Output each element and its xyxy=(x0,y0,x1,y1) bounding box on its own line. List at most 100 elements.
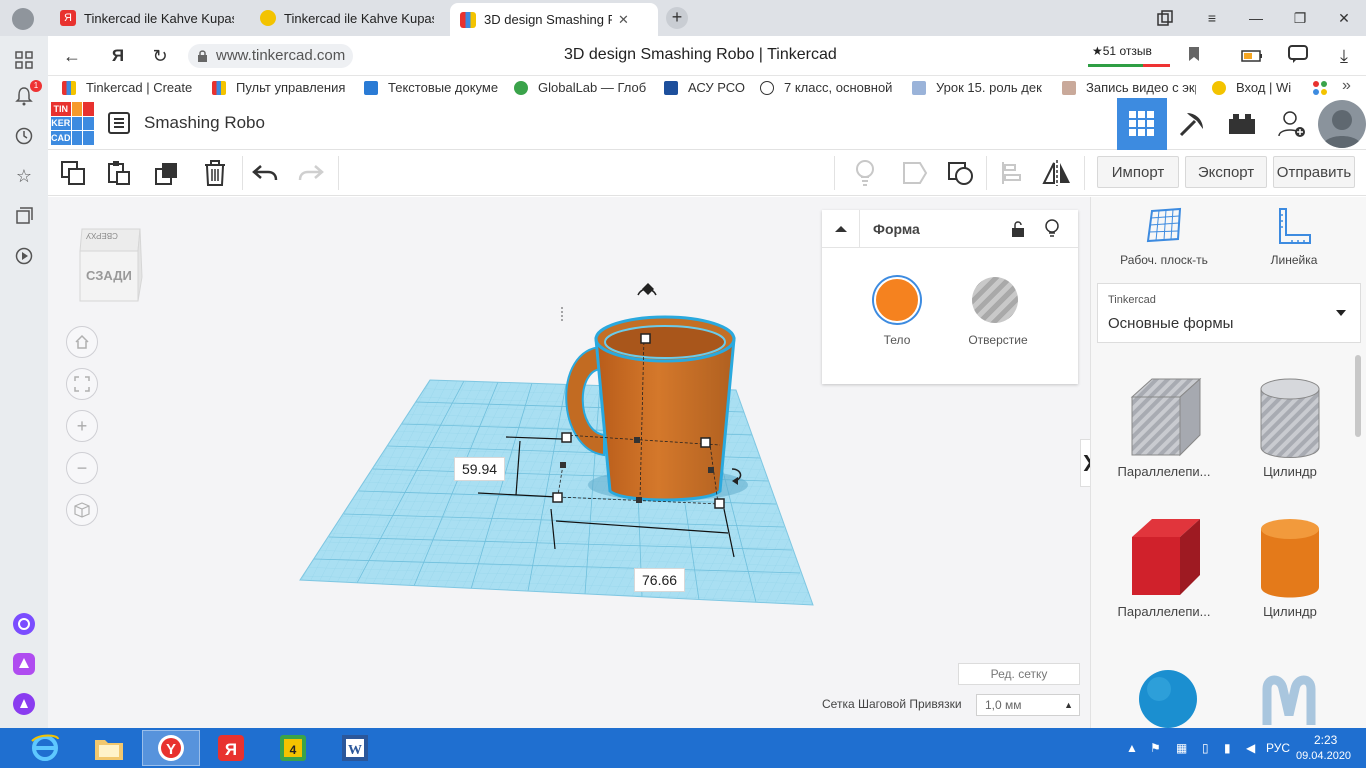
reload-icon[interactable]: ↻ xyxy=(148,44,172,68)
height-dimension-label[interactable]: 59.94 xyxy=(454,457,506,481)
bookmark-item[interactable]: 7 класс, основной xyxy=(760,80,894,95)
collapse-panel-button[interactable] xyxy=(822,210,860,248)
rotate-handle-icon[interactable] xyxy=(637,283,657,296)
file-explorer-icon[interactable] xyxy=(80,730,138,766)
copy-icon[interactable] xyxy=(58,158,88,188)
group-shapes-icon[interactable] xyxy=(900,158,930,188)
width-dimension-label[interactable]: 76.66 xyxy=(634,568,686,592)
volume-icon[interactable]: ◀ xyxy=(1246,741,1255,755)
alice-search-icon[interactable] xyxy=(12,612,36,636)
bookmark-icon[interactable] xyxy=(1182,44,1206,68)
reviews-widget[interactable]: ★51 отзыв xyxy=(1088,42,1170,70)
yandex-logo-icon[interactable]: Я xyxy=(106,44,130,68)
ungroup-shapes-icon[interactable] xyxy=(946,158,976,188)
game-app-icon[interactable]: 4 xyxy=(264,730,322,766)
menu-icon[interactable]: ≡ xyxy=(1190,0,1234,36)
3d-workspace[interactable]: СВЕРХУ СЗАДИ + − 59.94 76.66 Форма Тело … xyxy=(48,197,1090,728)
shape-cylinder-hole[interactable]: Цилиндр xyxy=(1235,375,1345,479)
3d-view-grid-icon[interactable] xyxy=(1117,98,1167,150)
export-button[interactable]: Экспорт xyxy=(1185,156,1267,188)
internet-explorer-icon[interactable] xyxy=(16,730,74,766)
collections-icon[interactable] xyxy=(12,204,36,228)
browser-tab-active[interactable]: 3D design Smashing Robo ✕ xyxy=(450,3,658,36)
bricks-lego-icon[interactable] xyxy=(1217,98,1267,150)
restore-icon[interactable]: ❐ xyxy=(1278,0,1322,36)
shape-box-solid[interactable]: Параллелепи... xyxy=(1109,515,1219,619)
hole-swatch[interactable] xyxy=(972,277,1018,323)
minimize-icon[interactable]: — xyxy=(1234,0,1278,36)
flag-icon[interactable]: ⚑ xyxy=(1150,741,1161,755)
system-tray: ▲ ⚑ ▦ ▯ ▮ ◀ РУС 2:23 09.04.2020 xyxy=(1106,728,1366,768)
shape-scribble[interactable] xyxy=(1235,675,1345,728)
chat-icon[interactable] xyxy=(1286,44,1310,68)
undo-icon[interactable] xyxy=(250,158,280,188)
add-user-icon[interactable] xyxy=(1267,98,1317,150)
url-field[interactable]: www.tinkercad.com xyxy=(188,44,354,68)
bookmark-item[interactable]: АСУ РСО xyxy=(664,80,750,95)
apps-colorful-icon[interactable] xyxy=(1312,80,1328,96)
signal-icon[interactable]: ▮ xyxy=(1224,741,1231,755)
hide-lightbulb-icon[interactable] xyxy=(1044,219,1060,244)
pickaxe-minecraft-icon[interactable] xyxy=(1167,98,1217,150)
close-window-icon[interactable]: ✕ xyxy=(1322,0,1366,36)
video-play-icon[interactable] xyxy=(12,244,36,268)
profile-icon[interactable] xyxy=(12,8,34,30)
new-tab-button[interactable]: + xyxy=(666,7,688,29)
paste-icon[interactable] xyxy=(104,158,134,188)
ruler-tool[interactable]: Линейка xyxy=(1239,207,1349,267)
close-tab-icon[interactable]: ✕ xyxy=(618,12,629,28)
back-arrow-icon[interactable]: ← xyxy=(60,44,84,68)
notifications-bell-icon[interactable]: 1 xyxy=(12,80,42,108)
user-avatar[interactable] xyxy=(1318,100,1366,148)
bookmark-item[interactable]: Вход | Wi xyxy=(1212,80,1292,95)
apps-grid-icon[interactable] xyxy=(12,48,36,72)
messenger-icon[interactable] xyxy=(12,652,36,676)
bookmark-item[interactable]: Текстовые докуме xyxy=(364,80,498,95)
project-title[interactable]: Smashing Robo xyxy=(144,113,265,133)
download-icon[interactable]: ⤓ xyxy=(1332,44,1356,68)
clock-time[interactable]: 2:23 xyxy=(1314,733,1337,747)
battery-icon[interactable] xyxy=(1240,44,1264,68)
lightbulb-icon[interactable] xyxy=(850,158,880,188)
favorites-star-icon[interactable]: ☆ xyxy=(12,164,36,188)
alice-assistant-icon[interactable] xyxy=(12,692,36,716)
yandex-app-icon[interactable]: Я xyxy=(202,730,260,766)
redo-icon[interactable] xyxy=(296,158,326,188)
delete-trash-icon[interactable] xyxy=(200,158,230,188)
send-button[interactable]: Отправить xyxy=(1273,156,1355,188)
tray-arrow-icon[interactable]: ▲ xyxy=(1126,741,1138,755)
device-icon[interactable]: ▯ xyxy=(1202,741,1209,755)
shape-box-hole[interactable]: Параллелепи... xyxy=(1109,375,1219,479)
tabs-icon[interactable] xyxy=(1156,9,1174,27)
bookmark-item[interactable]: Пульт управления xyxy=(212,80,348,95)
network-icon[interactable]: ▦ xyxy=(1176,741,1187,755)
shape-library-select[interactable]: Tinkercad Основные формы xyxy=(1097,283,1361,343)
browser-tab-1[interactable]: Я Tinkercad ile Kahve Kupası xyxy=(50,3,246,33)
shape-sphere[interactable] xyxy=(1109,667,1219,728)
workplane-tool[interactable]: Рабоч. плоск-ть xyxy=(1109,207,1219,267)
unlock-icon[interactable] xyxy=(1010,220,1026,243)
design-menu-icon[interactable] xyxy=(108,112,130,134)
edit-grid-button[interactable]: Ред. сетку xyxy=(958,663,1080,685)
browser-tab-2[interactable]: Tinkercad ile Kahve Kupası xyxy=(250,3,446,33)
yandex-browser-icon[interactable]: Y xyxy=(142,730,200,766)
shapes-scrollbar[interactable] xyxy=(1355,355,1361,437)
bookmark-item[interactable]: Tinkercad | Create xyxy=(62,80,204,95)
shape-cylinder-solid[interactable]: Цилиндр xyxy=(1235,515,1345,619)
mirror-icon[interactable] xyxy=(1042,158,1072,188)
bookmark-item[interactable]: Запись видео с экр xyxy=(1062,80,1196,95)
language-indicator[interactable]: РУС xyxy=(1266,741,1290,755)
bookmark-item[interactable]: GlobalLab — Глоб xyxy=(514,80,648,95)
word-app-icon[interactable]: W xyxy=(326,730,384,766)
clock-date[interactable]: 09.04.2020 xyxy=(1296,750,1351,762)
import-button[interactable]: Импорт xyxy=(1097,156,1179,188)
bookmark-item[interactable]: Урок 15. роль дек xyxy=(912,80,1046,95)
snap-grid-select[interactable]: 1,0 мм ▲ xyxy=(976,694,1080,716)
solid-color-swatch[interactable] xyxy=(874,277,920,323)
history-clock-icon[interactable] xyxy=(12,124,36,148)
tinkercad-logo[interactable]: TIN KER CAD xyxy=(51,102,94,145)
duplicate-icon[interactable] xyxy=(152,158,182,188)
collapse-sidebar-button[interactable]: ❯ xyxy=(1080,439,1090,487)
more-bookmarks-icon[interactable]: » xyxy=(1342,77,1351,95)
align-icon[interactable] xyxy=(996,158,1026,188)
